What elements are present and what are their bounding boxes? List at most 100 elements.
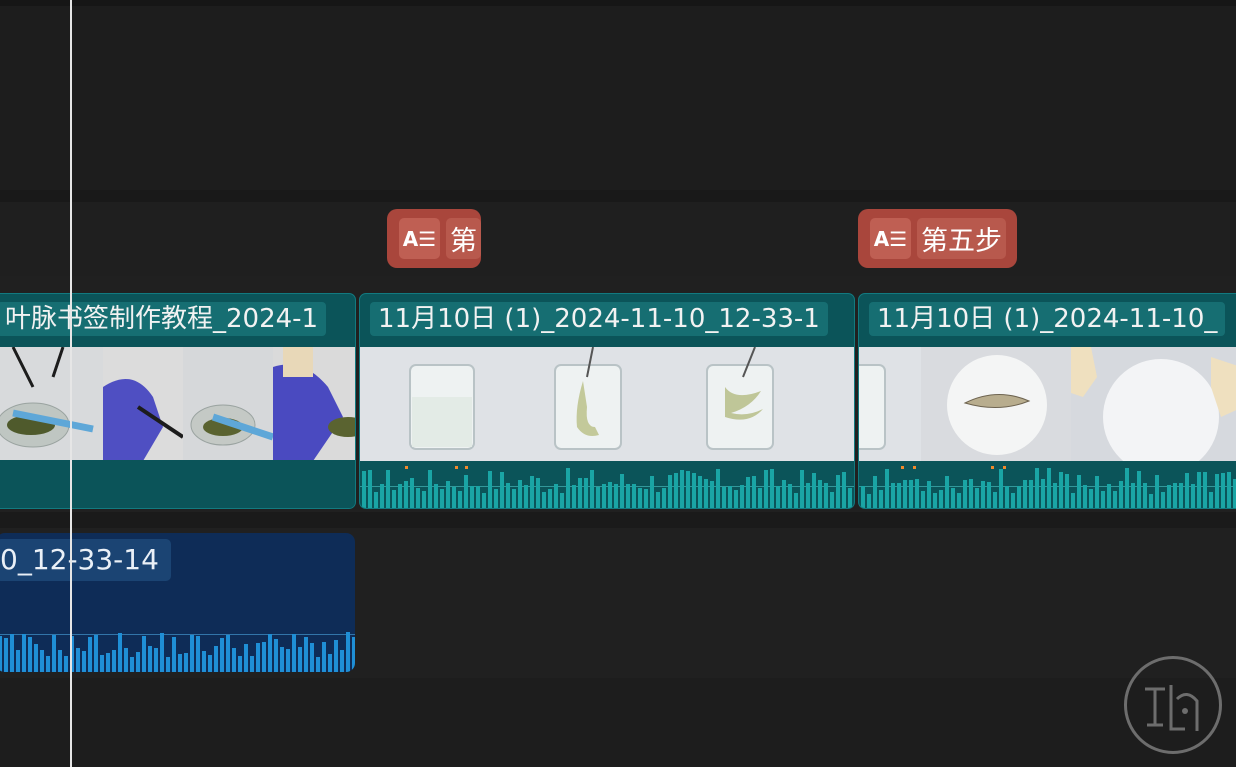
waveform-bar [304,637,308,672]
video-thumbnail [859,347,921,461]
audio-peak-marker [991,466,994,469]
waveform-bar [608,482,612,508]
waveform-bar [1215,474,1219,508]
waveform-bar [1155,475,1159,508]
waveform-bar [999,469,1003,508]
video-thumbnail [665,347,815,461]
waveform-bar [346,632,350,672]
waveform-bar [428,470,432,508]
audio-peak-marker [455,466,458,469]
waveform-bar [76,648,80,672]
waveform-bar [380,484,384,508]
video-clip-thumbnails [859,347,1236,461]
waveform-bar [1011,493,1015,508]
waveform-bar [470,486,474,508]
video-clip[interactable]: 叶脉书签制作教程_2024-1 [0,293,356,509]
timeline-top-strip [0,0,1236,6]
waveform-bar [662,488,666,508]
waveform-bar [1101,491,1105,508]
waveform-bar [879,490,883,508]
text-track [0,202,1236,276]
waveform-bar [154,648,158,672]
waveform-bar [506,483,510,508]
waveform-bar [542,492,546,508]
waveform-bar [160,633,164,672]
audio-clip-title: 0_12-33-14 [0,539,171,581]
waveform-bar [686,471,690,508]
waveform-bar [190,635,194,672]
waveform-bar [602,484,606,508]
waveform-bar [1191,484,1195,508]
waveform-bar [4,638,8,672]
waveform-bar [957,493,961,508]
waveform-bar [554,484,558,508]
waveform-bar [566,468,570,508]
waveform-bar [118,633,122,672]
waveform-bar [1065,474,1069,508]
video-thumbnail [360,347,515,461]
waveform-bar [256,643,260,672]
waveform-bar [1149,494,1153,508]
waveform-bar [262,642,266,672]
waveform-bar [524,485,528,508]
waveform-bar [1131,483,1135,508]
playhead[interactable] [70,0,72,767]
waveform-bar [1221,473,1225,508]
waveform-bar [656,492,660,508]
text-caption-icon: A☰ [870,218,911,259]
waveform-bar [250,656,254,672]
waveform-bar [722,487,726,508]
waveform-bar [614,484,618,508]
waveform-bar [927,481,931,508]
waveform-bar [352,637,355,672]
waveform-bar [142,636,146,672]
waveform-bar [82,651,86,672]
text-clip[interactable]: A☰ 第五步 [858,209,1017,268]
waveform-bar [891,483,895,508]
video-clip-waveform [360,460,854,508]
waveform-bar [148,646,152,672]
text-clip-label: 第 [446,218,481,259]
waveform-bar [202,651,206,672]
waveform-bar [404,481,408,508]
waveform-bar [734,490,738,508]
video-clip[interactable]: 11月10日 (1)_2024-11-10_ [858,293,1236,509]
waveform-bar [969,479,973,508]
waveform-bar [268,634,272,672]
waveform-bar [422,491,426,508]
waveform-bar [1005,486,1009,508]
waveform-bar [740,485,744,508]
waveform-bar [214,646,218,672]
audio-clip[interactable]: 0_12-33-14 [0,533,355,672]
waveform-bar [1197,472,1201,508]
video-clip[interactable]: 11月10日 (1)_2024-11-10_12-33-1 [359,293,855,509]
waveform-bar [1035,468,1039,508]
waveform-bar [340,650,344,672]
waveform-bar [172,637,176,672]
waveform-bar [873,476,877,508]
waveform-bar [1053,483,1057,508]
waveform-bar [812,473,816,508]
waveform-bar [1077,475,1081,508]
waveform-bar [94,635,98,672]
waveform-bar [1137,471,1141,508]
waveform-bar [728,486,732,508]
waveform-bar [548,489,552,508]
waveform-bar [410,478,414,508]
track-divider [0,512,1236,528]
video-clip-title: 11月10日 (1)_2024-11-10_ [869,302,1226,336]
waveform-bar [987,482,991,508]
waveform-bar [1059,472,1063,508]
waveform-bar [274,639,278,672]
waveform-bar [328,654,332,672]
video-clip-thumbnails [360,347,854,461]
text-clip[interactable]: A☰ 第 [387,209,481,268]
waveform-bar [800,470,804,508]
waveform-bar [292,634,296,672]
waveform-bar [232,648,236,672]
track-divider [0,190,1236,202]
waveform-bar [584,478,588,508]
waveform-bar [1203,472,1207,508]
waveform-bar [933,493,937,508]
waveform-bar [975,488,979,508]
